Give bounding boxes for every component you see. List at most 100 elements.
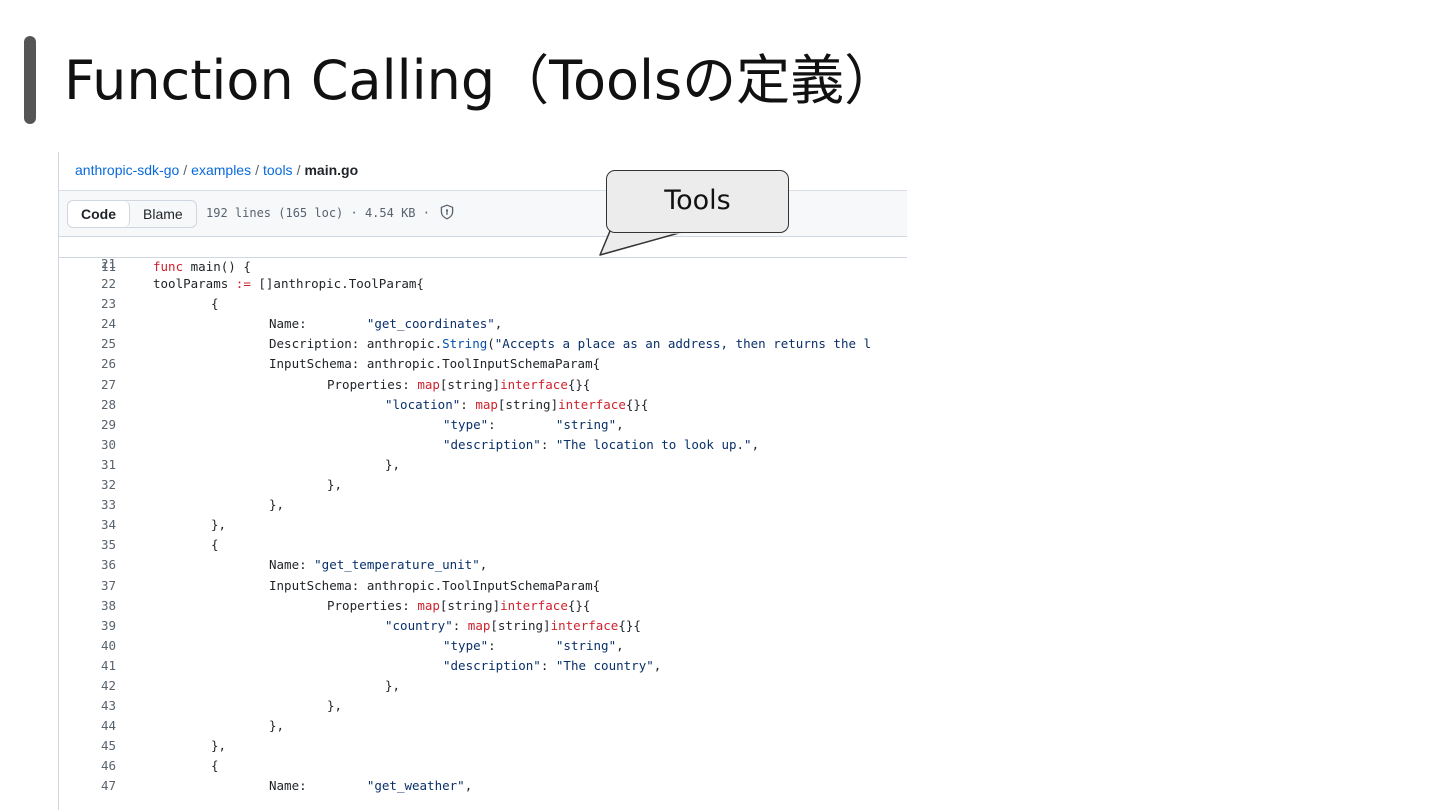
breadcrumb-repo-link[interactable]: anthropic-sdk-go xyxy=(75,162,179,178)
code-line: 34}, xyxy=(59,515,907,535)
code-token: Name: xyxy=(269,316,367,332)
line-code: { xyxy=(211,756,219,776)
line-number[interactable]: 34 xyxy=(59,515,116,535)
line-number[interactable]: 43 xyxy=(59,696,116,716)
function-token: String xyxy=(442,336,488,352)
line-number[interactable]: 41 xyxy=(59,656,116,676)
code-token: }, xyxy=(385,456,401,472)
view-mode-toggle: Code Blame xyxy=(67,200,197,228)
breadcrumb-tools-link[interactable]: tools xyxy=(263,162,293,178)
line-number[interactable]: 36 xyxy=(59,555,116,575)
code-token: Name: xyxy=(269,778,367,794)
breadcrumb-current-file: main.go xyxy=(304,162,359,178)
line-number[interactable]: 21 xyxy=(59,254,116,274)
line-number[interactable]: 23 xyxy=(59,294,116,314)
line-number[interactable]: 26 xyxy=(59,354,116,374)
line-number[interactable]: 27 xyxy=(59,375,116,395)
string-token: "get_temperature_unit" xyxy=(314,557,480,573)
code-line: 40 "type": "string", xyxy=(59,636,907,656)
line-number[interactable]: 44 xyxy=(59,716,116,736)
line-number[interactable]: 45 xyxy=(59,736,116,756)
keyword-token: map xyxy=(417,597,440,613)
line-number[interactable]: 35 xyxy=(59,535,116,555)
line-code: InputSchema: anthropic.ToolInputSchemaPa… xyxy=(269,576,600,596)
code-line: 41 "description": "The country", xyxy=(59,656,907,676)
code-token: , xyxy=(653,657,662,673)
line-code: Name: "get_weather", xyxy=(269,776,472,796)
slide-title: Function Calling（Toolsの定義） xyxy=(64,49,899,112)
code-line: 45}, xyxy=(59,736,907,756)
line-number[interactable]: 28 xyxy=(59,395,116,415)
code-line: 36 Name: "get_temperature_unit", xyxy=(59,555,907,575)
string-token: "type" xyxy=(443,416,489,432)
github-file-view: anthropic-sdk-go / examples / tools / main.go … xyxy=(58,152,907,810)
line-code: Name: "get_temperature_unit", xyxy=(269,555,487,575)
line-code: }, xyxy=(211,515,226,535)
line-code: "location": map[string]interface{}{ xyxy=(385,395,648,415)
code-line: 32}, xyxy=(59,475,907,495)
keyword-token: interface xyxy=(500,597,568,613)
line-number[interactable]: 46 xyxy=(59,756,116,776)
code-token: }, xyxy=(211,517,227,533)
line-code: { xyxy=(211,294,219,314)
keyword-token: := xyxy=(235,276,251,292)
string-token: "The country" xyxy=(555,657,654,673)
line-number[interactable]: 25 xyxy=(59,334,116,354)
code-line: 24 Name: "get_coordinates", xyxy=(59,314,907,334)
code-token: [string] xyxy=(490,617,551,633)
code-line: 25 Description: anthropic.String("Accepts… xyxy=(59,334,907,354)
code-token: { xyxy=(211,296,219,312)
line-code: Description: anthropic.String("Accepts a… xyxy=(269,334,871,354)
code-button[interactable]: Code xyxy=(68,201,130,227)
callout-tail xyxy=(599,230,687,256)
breadcrumb: anthropic-sdk-go / examples / tools / main.go xyxy=(75,152,358,190)
code-token: ( xyxy=(487,336,495,352)
line-number[interactable]: 24 xyxy=(59,314,116,334)
code-token: , xyxy=(616,416,624,432)
line-number[interactable]: 39 xyxy=(59,616,116,636)
line-code: "country": map[string]interface{}{ xyxy=(385,616,641,636)
string-token: "description" xyxy=(443,436,541,452)
code-line: 43}, xyxy=(59,696,907,716)
code-line: 38 Properties: map[string]interface{}{ xyxy=(59,596,907,616)
code-token: }, xyxy=(269,497,285,513)
breadcrumb-separator: / xyxy=(296,162,301,178)
keyword-token: interface xyxy=(558,396,626,412)
code-token: {}{ xyxy=(567,376,591,392)
line-number[interactable]: 37 xyxy=(59,576,116,596)
code-line: 47 Name: "get_weather", xyxy=(59,776,907,796)
line-number[interactable]: 40 xyxy=(59,636,116,656)
code-token: [string] xyxy=(439,597,501,613)
line-number[interactable]: 22 xyxy=(59,274,116,294)
line-number[interactable]: 47 xyxy=(59,776,116,796)
string-token: "type" xyxy=(443,637,489,653)
code-line: 23 { xyxy=(59,294,907,314)
line-code: Properties: map[string]interface{}{ xyxy=(327,375,590,395)
code-token: }, xyxy=(327,477,343,493)
code-token: InputSchema: anthropic.ToolInputSchemaPa… xyxy=(269,356,601,372)
code-line: 29 "type": "string", xyxy=(59,415,907,435)
blame-button[interactable]: Blame xyxy=(130,201,196,227)
line-number[interactable]: 32 xyxy=(59,475,116,495)
code-token: []anthropic.ToolParam{ xyxy=(250,276,424,292)
line-number[interactable]: 30 xyxy=(59,435,116,455)
line-number[interactable]: 33 xyxy=(59,495,116,515)
code-line: 35 { xyxy=(59,535,907,555)
line-number[interactable]: 29 xyxy=(59,415,116,435)
shield-icon[interactable] xyxy=(439,204,455,220)
line-number[interactable]: 31 xyxy=(59,455,116,475)
code-token: : xyxy=(452,617,468,633)
line-number[interactable]: 42 xyxy=(59,676,116,696)
line-code: "description": "The location to look up.… xyxy=(443,435,759,455)
code-token: [string] xyxy=(497,396,559,412)
code-token: {}{ xyxy=(567,597,591,613)
code-token: InputSchema: anthropic.ToolInputSchemaPa… xyxy=(269,577,601,593)
code-token: }, xyxy=(269,718,285,734)
string-token: "string" xyxy=(555,416,617,432)
string-token: "description" xyxy=(443,657,541,673)
code-line: 44}, xyxy=(59,716,907,736)
callout-text: Tools xyxy=(664,185,731,216)
tools-callout: Tools xyxy=(606,170,789,233)
line-number[interactable]: 38 xyxy=(59,596,116,616)
breadcrumb-examples-link[interactable]: examples xyxy=(191,162,251,178)
